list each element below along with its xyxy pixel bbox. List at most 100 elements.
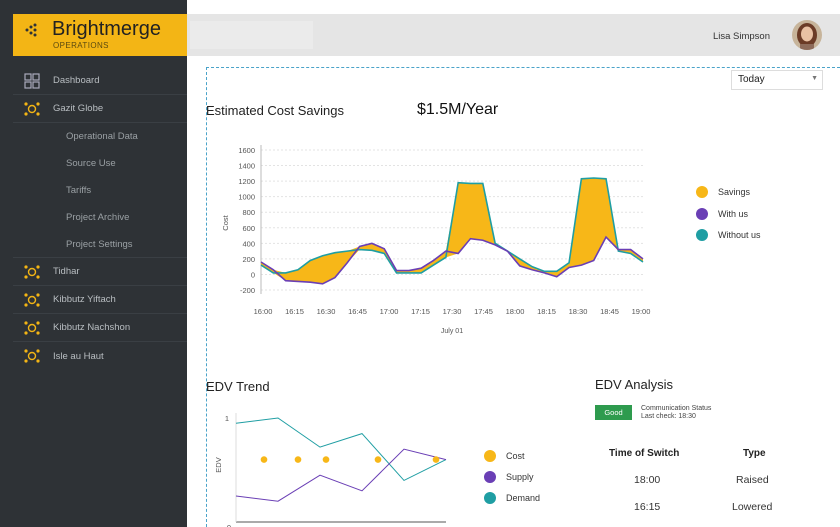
x-tick-label: 16:30	[317, 307, 336, 316]
sidebar-item-dashboard[interactable]: Dashboard	[13, 67, 187, 95]
y-tick-label: 1000	[238, 193, 255, 202]
legend-item: Without us	[696, 229, 761, 241]
sidebar-item-label: Isle au Haut	[53, 350, 104, 362]
column-header: Time of Switch	[609, 448, 680, 459]
legend-item: Supply	[484, 471, 534, 483]
y-tick-label: 1200	[238, 177, 255, 186]
y-tick-label: 1400	[238, 162, 255, 171]
sidebar-item-label: Dashboard	[53, 75, 100, 86]
cost-point	[260, 456, 268, 463]
edv-trend-title: EDV Trend	[206, 379, 270, 394]
sidebar-nav: Dashboard Gazit Globe Operational Data S…	[13, 67, 187, 370]
avatar[interactable]	[792, 20, 822, 50]
brand-dots-icon	[25, 23, 37, 37]
user-avatar-icon	[792, 20, 822, 50]
period-select[interactable]: Today ▼	[731, 70, 823, 90]
x-tick-label: 17:00	[380, 307, 399, 316]
edv-analysis-title: EDV Analysis	[595, 377, 674, 392]
site-cluster-icon	[24, 292, 40, 307]
legend-item: Savings	[696, 186, 750, 198]
legend-label: Cost	[506, 451, 525, 461]
cost-point	[294, 456, 302, 463]
sidebar-item-label: Gazit Globe	[53, 103, 104, 114]
status-badge: Good	[595, 405, 632, 420]
x-axis-label: July 01	[441, 328, 463, 335]
savings-value: $1.5M/Year	[417, 101, 499, 118]
legend-swatch	[484, 450, 496, 462]
x-tick-label: 18:15	[537, 307, 556, 316]
brand-logo[interactable]: Brightmerge OPERATIONS	[13, 14, 188, 56]
x-tick-label: 16:00	[254, 307, 273, 316]
chevron-down-icon: ▼	[811, 75, 818, 82]
legend-swatch	[484, 492, 496, 504]
sidebar-item-gazit-globe[interactable]: Gazit Globe	[13, 95, 187, 123]
column-header: Type	[743, 448, 766, 459]
site-cluster-icon	[24, 320, 40, 335]
brand-name: Brightmerge	[52, 18, 161, 40]
x-tick-label: 19:00	[632, 307, 651, 316]
period-select-value: Today	[738, 74, 765, 85]
table-cell: 16:15	[634, 501, 661, 513]
dashboard-icon	[24, 72, 40, 89]
table-cell: 18:00	[634, 474, 661, 486]
top-bar: Lisa Simpson	[187, 14, 840, 56]
cost-point	[432, 456, 440, 463]
x-tick-label: 17:15	[411, 307, 430, 316]
y-axis-label: EDV	[214, 457, 223, 472]
user-name[interactable]: Lisa Simpson	[713, 31, 770, 42]
x-tick-label: 16:15	[285, 307, 304, 316]
y-tick-label: 200	[242, 255, 255, 264]
status-label: Communication Status	[641, 405, 712, 412]
cost-point	[322, 456, 330, 463]
x-tick-label: 18:45	[600, 307, 619, 316]
cost-savings-chart: 1600 1400 1200 1000 800 600 400 200 0 -200 Cost 16:…	[221, 145, 651, 335]
sidebar-subitem-tariffs[interactable]: Tariffs	[13, 177, 187, 204]
sidebar-subitem-source-use[interactable]: Source Use	[13, 150, 187, 177]
communication-status: Communication Status Last check: 18:30	[641, 405, 711, 421]
legend-swatch	[484, 471, 496, 483]
sidebar-item-kibbutz-yiftach[interactable]: Kibbutz Yiftach	[13, 286, 187, 314]
brand-subtitle: OPERATIONS	[53, 41, 109, 50]
legend-swatch	[696, 208, 708, 220]
y-tick-label: 400	[242, 239, 255, 248]
site-cluster-icon	[24, 101, 40, 116]
x-tick-label: 17:45	[474, 307, 493, 316]
y-axis-label: Cost	[221, 214, 230, 230]
x-tick-label: 18:00	[506, 307, 525, 316]
legend-label: Savings	[718, 187, 751, 197]
legend-item: Cost	[484, 450, 525, 462]
sidebar-item-isle-au-haut[interactable]: Isle au Haut	[13, 342, 187, 370]
legend-swatch	[696, 229, 708, 241]
cost-point	[374, 456, 382, 463]
sidebar-subitem-project-settings[interactable]: Project Settings	[13, 231, 187, 258]
savings-title: Estimated Cost Savings	[206, 103, 345, 118]
legend-item: With us	[696, 208, 748, 220]
y-tick-label: 0	[227, 523, 231, 527]
y-tick-label: 1	[225, 414, 229, 423]
legend-label: Without us	[718, 230, 761, 240]
legend-item: Demand	[484, 492, 540, 504]
site-cluster-icon	[24, 349, 40, 363]
y-tick-label: 800	[242, 208, 255, 217]
table-cell: Lowered	[732, 501, 773, 513]
y-tick-label: 1600	[238, 146, 255, 155]
legend-label: Demand	[506, 493, 541, 503]
sidebar-subitem-project-archive[interactable]: Project Archive	[13, 204, 187, 231]
x-tick-label: 16:45	[348, 307, 367, 316]
sidebar-item-label: Tidhar	[53, 266, 80, 277]
sidebar-item-label: Kibbutz Nachshon	[53, 322, 131, 333]
sidebar-subitem-operational-data[interactable]: Operational Data	[13, 123, 187, 150]
y-tick-label: 0	[251, 270, 255, 279]
table-cell: Raised	[736, 474, 769, 486]
last-check: Last check: 18:30	[641, 413, 696, 420]
site-cluster-icon	[24, 264, 40, 279]
sidebar-item-kibbutz-nachshon[interactable]: Kibbutz Nachshon	[13, 314, 187, 342]
x-tick-label: 18:30	[569, 307, 588, 316]
search-area[interactable]	[190, 21, 313, 49]
sidebar-item-label: Kibbutz Yiftach	[53, 294, 116, 305]
y-tick-label: 600	[242, 224, 255, 233]
sidebar-item-tidhar[interactable]: Tidhar	[13, 258, 187, 286]
legend-label: Supply	[506, 472, 534, 482]
edv-trend-chart: 1 0 EDV	[214, 413, 447, 527]
legend-label: With us	[718, 209, 749, 219]
